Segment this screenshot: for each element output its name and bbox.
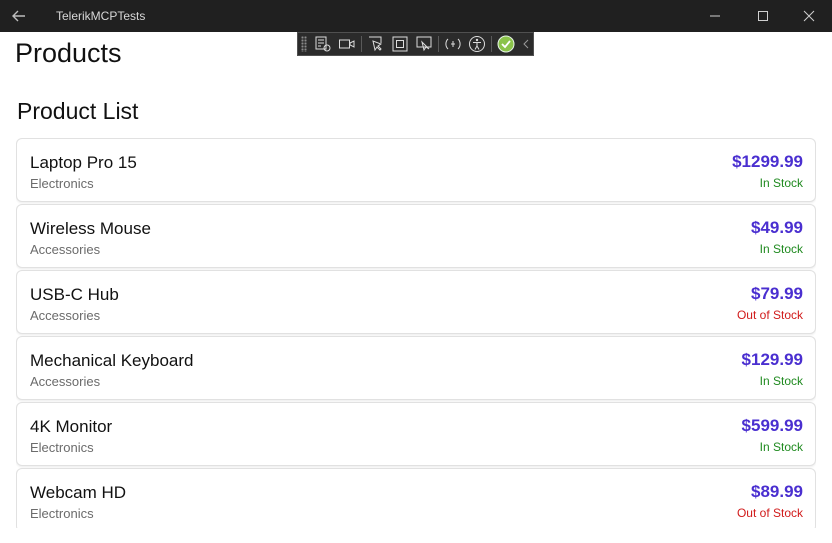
product-category: Accessories (30, 242, 101, 257)
stock-status: Out of Stock (736, 308, 803, 322)
minimize-button[interactable] (692, 0, 738, 32)
stock-status: Out of Stock (736, 506, 803, 520)
product-name: Laptop Pro 15 (30, 153, 137, 172)
product-card[interactable]: Laptop Pro 15 Electronics $1299.99 In St… (16, 138, 816, 202)
maximize-button[interactable] (740, 0, 786, 32)
title-bar: TelerikMCPTests (0, 0, 832, 32)
product-price: $129.99 (741, 350, 803, 369)
product-list[interactable]: Laptop Pro 15 Electronics $1299.99 In St… (16, 138, 816, 528)
product-price: $1299.99 (732, 152, 803, 171)
display-layout-icon[interactable] (388, 33, 412, 55)
product-card[interactable]: 4K Monitor Electronics $599.99 In Stock (16, 402, 816, 466)
record-icon[interactable] (335, 33, 359, 55)
product-category: Electronics (30, 506, 94, 521)
product-price: $89.99 (751, 482, 803, 501)
product-category: Accessories (30, 374, 101, 389)
select-element-icon[interactable] (311, 33, 335, 55)
stock-status: In Stock (759, 374, 803, 388)
product-name: Wireless Mouse (30, 219, 151, 238)
element-picker-icon[interactable] (364, 33, 388, 55)
product-price: $599.99 (741, 416, 803, 435)
product-name: Webcam HD (30, 483, 127, 502)
product-category: Electronics (30, 176, 94, 191)
app-window: TelerikMCPTests Products Product List La… (0, 0, 832, 543)
hot-reload-icon[interactable] (441, 33, 465, 55)
drag-grip-icon[interactable] (301, 36, 307, 52)
debug-toolbar (297, 32, 534, 56)
back-arrow-icon[interactable] (8, 6, 30, 26)
accessibility-icon[interactable] (465, 33, 489, 55)
toolbar-separator (491, 36, 493, 52)
product-card[interactable]: Wireless Mouse Accessories $49.99 In Sto… (16, 204, 816, 268)
product-category: Accessories (30, 308, 101, 323)
product-price: $79.99 (751, 284, 803, 303)
product-price: $49.99 (751, 218, 803, 237)
minimize-icon (710, 15, 720, 17)
close-button[interactable] (786, 0, 832, 32)
stock-status: In Stock (759, 440, 803, 454)
maximize-icon (758, 11, 768, 21)
stock-status: In Stock (759, 176, 803, 190)
toolbar-separator (438, 36, 439, 52)
product-category: Electronics (30, 440, 94, 455)
toolbar-separator (360, 36, 362, 52)
product-name: 4K Monitor (30, 417, 113, 436)
close-icon (803, 10, 815, 22)
product-card[interactable]: USB-C Hub Accessories $79.99 Out of Stoc… (16, 270, 816, 334)
collapse-icon[interactable] (518, 33, 533, 55)
stock-status: In Stock (759, 242, 803, 256)
section-title: Product List (17, 98, 139, 124)
product-card[interactable]: Webcam HD Electronics $89.99 Out of Stoc… (16, 468, 816, 528)
page-title: Products (15, 38, 122, 68)
product-name: USB-C Hub (30, 285, 119, 304)
window-bottom-edge (0, 528, 832, 543)
checkmark-icon[interactable] (494, 33, 518, 55)
product-name: Mechanical Keyboard (30, 351, 194, 370)
window-title: TelerikMCPTests (56, 9, 146, 23)
track-focus-icon[interactable] (412, 33, 436, 55)
product-card[interactable]: Mechanical Keyboard Accessories $129.99 … (16, 336, 816, 400)
